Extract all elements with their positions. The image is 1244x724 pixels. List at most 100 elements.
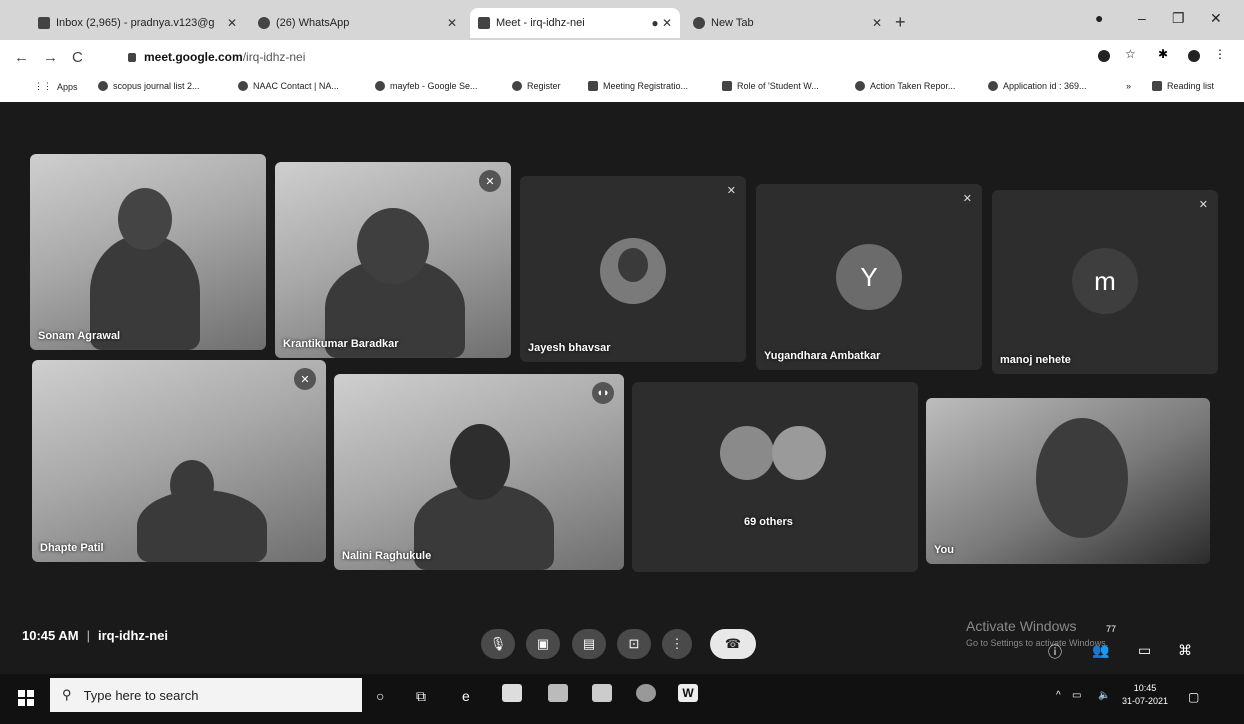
activities-icon[interactable]: ⌘ [1178, 642, 1192, 659]
new-tab-button[interactable]: + [895, 12, 906, 33]
reload-icon[interactable]: C [72, 49, 83, 66]
participant-name: Nalini Raghukule [342, 550, 432, 562]
activate-windows-watermark: Activate Windows Go to Settings to activ… [966, 618, 1109, 648]
camera-indicator-icon[interactable] [1098, 50, 1110, 62]
participant-tile-dhapte[interactable]: ✕ Dhapte Patil [32, 360, 326, 562]
camera-button[interactable]: ▣ [526, 629, 560, 659]
camera-icon: ▣ [536, 636, 550, 651]
cortana-icon[interactable]: ○ [376, 688, 384, 704]
participant-tile-sonam[interactable]: Sonam Agrawal [30, 154, 266, 350]
menu-icon[interactable]: ⋮ [1214, 47, 1226, 61]
participant-tile-nalini[interactable]: ◖◗ Nalini Raghukule [334, 374, 624, 570]
participant-name: manoj nehete [1000, 354, 1071, 366]
microphone-icon: 🎙 [489, 636, 507, 651]
meet-icon [478, 17, 490, 29]
others-count-label: 69 others [744, 516, 793, 528]
participant-name: Yugandhara Ambatkar [764, 350, 881, 362]
page-icon [588, 81, 598, 91]
windows-start-icon[interactable] [18, 690, 34, 706]
close-window-icon[interactable]: ✕ [1210, 10, 1222, 27]
account-icon[interactable] [1188, 50, 1200, 62]
bookmark-naac[interactable]: NAAC Contact | NA... [238, 81, 339, 91]
mic-muted-icon: ✕ [1198, 199, 1208, 211]
tab-whatsapp[interactable]: (26) WhatsApp ✕ [250, 8, 465, 38]
edge-icon[interactable]: e [462, 688, 470, 704]
app-icon[interactable] [548, 684, 568, 702]
hang-up-icon: ☎ [724, 636, 742, 651]
bookmark-meeting-registration[interactable]: Meeting Registratio... [588, 81, 688, 91]
close-icon[interactable]: ✕ [872, 16, 882, 30]
bookmark-register[interactable]: Register [512, 81, 561, 91]
tab-gmail[interactable]: Inbox (2,965) - pradnya.v123@g ✕ [30, 8, 245, 38]
bookmark-role-of-student[interactable]: Role of 'Student W... [722, 81, 819, 91]
mic-muted-icon: ✕ [726, 185, 736, 197]
meeting-time: 10:45 AM [22, 628, 79, 643]
bookmarks-overflow[interactable]: » [1126, 81, 1131, 91]
info-icon[interactable]: ⓘ [1048, 642, 1062, 662]
close-icon[interactable]: ✕ [447, 16, 457, 30]
volume-icon[interactable]: 🔈 [1098, 690, 1110, 701]
tab-new-tab[interactable]: New Tab ✕ [685, 8, 890, 38]
search-icon: ⚲ [62, 687, 72, 702]
present-button[interactable]: ⊡ [617, 629, 651, 659]
mic-muted-icon: ✕ [962, 193, 972, 205]
participant-tile-you[interactable]: You [926, 398, 1210, 564]
participant-tile-manoj[interactable]: m ✕ manoj nehete [992, 190, 1218, 374]
google-icon [98, 81, 108, 91]
reading-list[interactable]: Reading list [1152, 81, 1214, 91]
participant-tile-yugandhara[interactable]: Y ✕ Yugandhara Ambatkar [756, 184, 982, 370]
whatsapp-icon [258, 17, 270, 29]
participant-name: You [934, 544, 954, 556]
star-icon[interactable]: ☆ [1125, 47, 1137, 61]
store-icon[interactable] [502, 684, 522, 702]
participant-tile-krantikumar[interactable]: ✕ Krantikumar Baradkar [275, 162, 511, 358]
file-explorer-icon[interactable] [592, 684, 612, 702]
chrome-icon [693, 17, 705, 29]
url-field[interactable]: meet.google.com/irq-idhz-nei [128, 50, 305, 64]
mic-button[interactable]: 🎙 [481, 629, 515, 659]
taskbar-clock[interactable]: 10:45 31-07-2021 [1122, 682, 1168, 708]
more-options-button[interactable]: ⋮ [662, 629, 692, 659]
back-icon[interactable]: ← [14, 49, 29, 66]
bookmark-application-id[interactable]: Application id : 369... [988, 81, 1087, 91]
participant-name: Sonam Agrawal [38, 330, 121, 342]
tray-overflow-icon[interactable]: ^ [1056, 690, 1061, 701]
tab-meet[interactable]: Meet - irq-idhz-nei ● ✕ [470, 8, 680, 38]
profile-icon[interactable]: ● [1095, 10, 1103, 26]
globe-icon [855, 81, 865, 91]
browser-tab-bar: Inbox (2,965) - pradnya.v123@g ✕ (26) Wh… [0, 0, 1244, 40]
participant-tile-jayesh[interactable]: ✕ Jayesh bhavsar [520, 176, 746, 362]
minimize-icon[interactable]: – [1138, 10, 1146, 26]
bookmark-mayfeb[interactable]: mayfeb - Google Se... [375, 81, 478, 91]
leave-call-button[interactable]: ☎ [710, 629, 756, 659]
chat-icon[interactable]: ▭ [1138, 642, 1151, 659]
chrome-icon[interactable] [636, 684, 656, 702]
more-vert-icon: ⋮ [670, 636, 684, 651]
search-input[interactable] [81, 686, 336, 704]
maximize-icon[interactable]: ❐ [1172, 10, 1185, 27]
meeting-details[interactable]: 10:45 AM | irq-idhz-nei [22, 628, 168, 643]
forward-icon[interactable]: → [43, 49, 58, 66]
people-count-badge: 77 [1106, 624, 1117, 634]
captions-button[interactable]: ▤ [572, 629, 606, 659]
close-icon[interactable]: ● ✕ [651, 16, 672, 30]
extensions-icon[interactable]: ✱ [1158, 47, 1170, 61]
taskbar-search[interactable]: ⚲ [50, 678, 362, 712]
word-icon[interactable]: W [678, 684, 698, 702]
windows-taskbar: ⚲ ○ ⧉ e W ^ ▭ 🔈 10:45 31-07-2021 ▢ [0, 674, 1244, 724]
speaking-indicator-icon: ◖◗ [592, 382, 614, 404]
screen: Inbox (2,965) - pradnya.v123@g ✕ (26) Wh… [0, 0, 1244, 724]
people-icon[interactable]: 👥 [1092, 642, 1109, 659]
bookmark-action-taken[interactable]: Action Taken Repor... [855, 81, 955, 91]
bookmark-scopus[interactable]: scopus journal list 2... [98, 81, 200, 91]
close-icon[interactable]: ✕ [227, 16, 237, 30]
globe-icon [512, 81, 522, 91]
task-view-icon[interactable]: ⧉ [416, 688, 426, 705]
notifications-icon[interactable]: ▢ [1188, 690, 1199, 704]
present-screen-icon: ⊡ [628, 636, 640, 651]
participant-name: Dhapte Patil [40, 542, 104, 554]
gmail-icon [38, 17, 50, 29]
participant-tile-others[interactable]: 69 others [632, 382, 918, 572]
bookmark-apps[interactable]: ⋮⋮ Apps [34, 81, 78, 92]
network-icon[interactable]: ▭ [1072, 690, 1081, 701]
